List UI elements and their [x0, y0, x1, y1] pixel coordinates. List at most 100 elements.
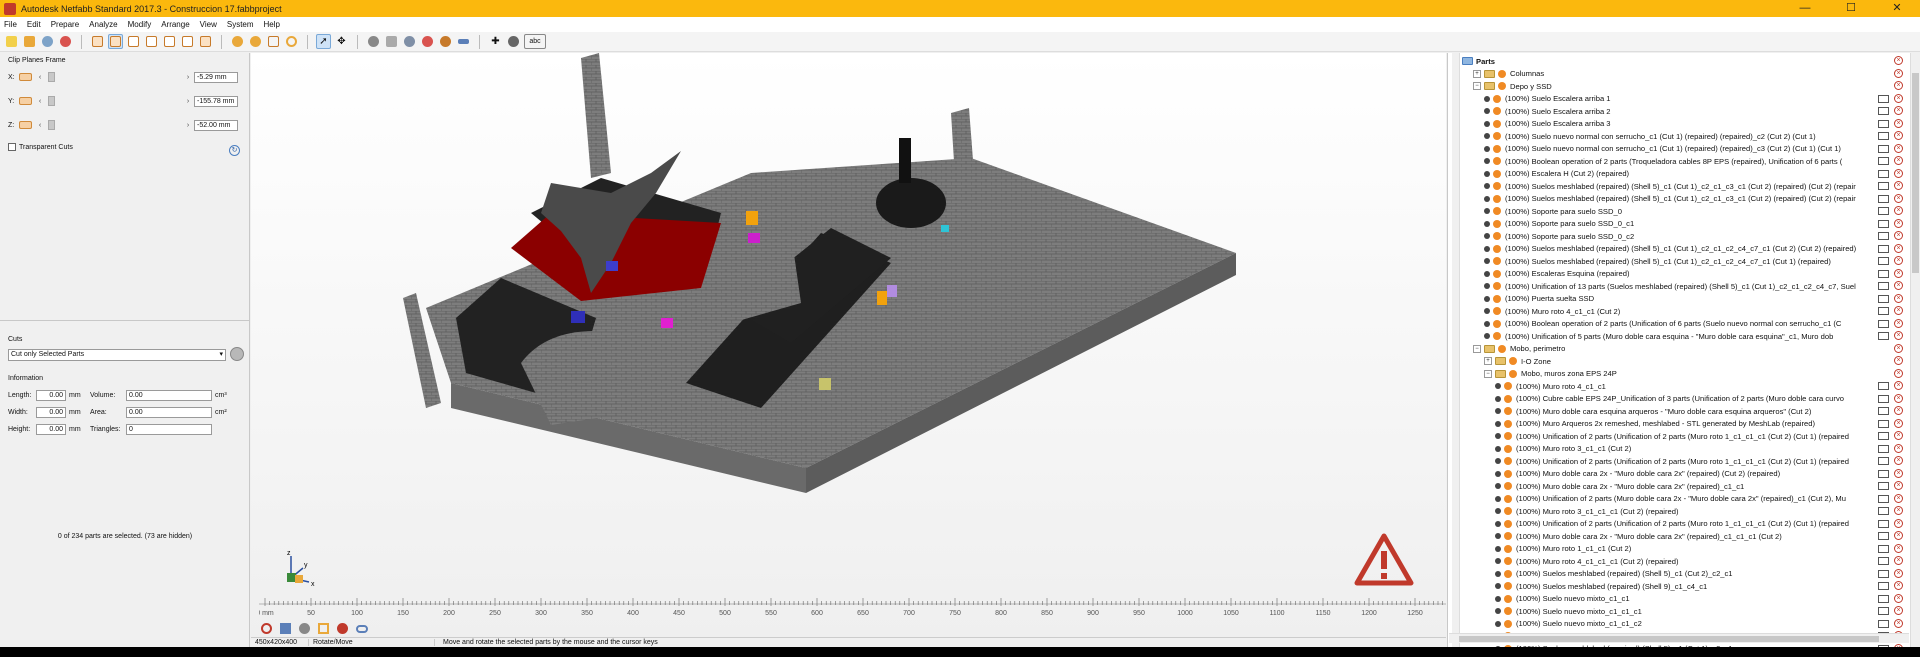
sphere-icon[interactable] [402, 34, 417, 49]
clip-z-toggle[interactable] [19, 121, 32, 129]
part-options-icon[interactable] [1878, 569, 1889, 578]
visibility-icon[interactable] [1504, 457, 1512, 466]
part-options-icon[interactable] [1878, 207, 1889, 215]
remove-part-icon[interactable]: × [1894, 243, 1903, 253]
part-options-icon[interactable] [1878, 144, 1889, 153]
part-options-icon[interactable] [1878, 157, 1889, 165]
scene-render[interactable] [251, 53, 1446, 598]
zoom-selection-icon[interactable] [248, 34, 263, 49]
visibility-icon[interactable] [1493, 194, 1501, 203]
warning-icon[interactable] [1354, 533, 1414, 587]
remove-part-icon[interactable]: × [1894, 468, 1903, 478]
remove-part-icon[interactable]: × [1894, 356, 1903, 365]
visibility-icon[interactable] [1493, 244, 1501, 253]
right-view-icon[interactable] [162, 34, 177, 49]
new-project-icon[interactable] [4, 34, 19, 49]
zoom-all-icon[interactable] [230, 34, 245, 49]
tree-part-row[interactable]: (100%) Suelos meshlabed (repaired) (Shel… [1462, 568, 1907, 581]
visibility-icon[interactable] [1493, 319, 1501, 328]
add-icon[interactable]: ✚ [488, 34, 503, 49]
visibility-icon[interactable] [1504, 607, 1512, 616]
shading-icon[interactable] [366, 34, 381, 49]
model-part-cyan[interactable] [941, 225, 949, 232]
part-options-icon[interactable] [1878, 557, 1889, 565]
tree-part-row[interactable]: (100%) Unification of 5 parts (Muro dobl… [1462, 330, 1907, 343]
tree-part-row[interactable]: (100%) Muro roto 3_c1_c1 (Cut 2) × [1462, 443, 1907, 456]
select-arrow-icon[interactable]: ➚ [316, 34, 331, 49]
menu-view[interactable]: View [200, 20, 217, 29]
tree-part-row[interactable]: (100%) Suelos meshlabed (repaired) (Shel… [1462, 243, 1907, 256]
tree-part-row[interactable]: (100%) Suelo nuevo mixto_c1_c1 × [1462, 593, 1907, 606]
visibility-icon[interactable] [1498, 82, 1506, 91]
menu-edit[interactable]: Edit [27, 20, 41, 29]
remove-part-icon[interactable]: × [1894, 606, 1903, 615]
visibility-icon[interactable] [1504, 582, 1512, 591]
tree-part-row[interactable]: (100%) Suelos meshlabed (repaired) (Shel… [1462, 193, 1907, 206]
menu-system[interactable]: System [227, 20, 254, 29]
measure-icon[interactable] [456, 34, 471, 49]
remove-part-icon[interactable]: × [1894, 393, 1903, 403]
label-icon[interactable]: abc [524, 34, 546, 49]
clip-z-decrease[interactable]: ‹ [36, 122, 44, 129]
part-options-icon[interactable] [1878, 119, 1889, 128]
part-options-icon[interactable] [1878, 244, 1889, 253]
clip-x-slider[interactable] [44, 71, 184, 83]
remove-part-icon[interactable]: × [1894, 331, 1903, 340]
texture-icon[interactable] [438, 34, 453, 49]
part-options-icon[interactable] [1878, 532, 1889, 540]
visibility-icon[interactable] [1493, 94, 1501, 103]
cut-apply-icon[interactable] [230, 347, 244, 361]
measure-tool-icon[interactable] [335, 622, 350, 636]
visibility-icon[interactable] [1493, 294, 1501, 303]
visibility-icon[interactable] [1493, 257, 1501, 266]
visibility-icon[interactable] [1504, 407, 1512, 416]
tree-part-row[interactable]: (100%) Suelo Escalera arriba 2 × [1462, 105, 1907, 118]
remove-part-icon[interactable]: × [1894, 193, 1903, 203]
part-options-icon[interactable] [1878, 269, 1889, 278]
part-options-icon[interactable] [1878, 482, 1889, 490]
wireframe-icon[interactable] [384, 34, 399, 49]
remove-part-icon[interactable]: × [1894, 568, 1903, 578]
tree-part-row[interactable]: (100%) Muro doble cara 2x - "Muro doble … [1462, 480, 1907, 493]
remove-part-icon[interactable]: × [1894, 318, 1903, 328]
tree-part-row[interactable]: (100%) Muro doble cara 2x - "Muro doble … [1462, 530, 1907, 543]
visibility-icon[interactable] [1493, 282, 1501, 291]
tree-part-row[interactable]: (100%) Muro doble cara 2x - "Muro doble … [1462, 468, 1907, 481]
remove-part-icon[interactable]: × [1894, 268, 1903, 278]
clip-z-slider-thumb[interactable] [48, 120, 55, 130]
visibility-icon[interactable] [1504, 619, 1512, 628]
tree-part-row[interactable]: (100%) Unification of 2 parts (Muro dobl… [1462, 493, 1907, 506]
model-part-orange[interactable] [746, 211, 758, 225]
visibility-icon[interactable] [1504, 494, 1512, 503]
visibility-icon[interactable] [1493, 232, 1501, 241]
remove-part-icon[interactable]: × [1894, 506, 1903, 515]
clip-x-toggle[interactable] [19, 73, 32, 81]
color-icon[interactable] [420, 34, 435, 49]
tree-part-row[interactable]: (100%) Suelo Escalera arriba 1 × [1462, 93, 1907, 106]
part-options-icon[interactable] [1878, 407, 1889, 415]
remove-part-icon[interactable]: × [1894, 143, 1903, 153]
visibility-icon[interactable] [1493, 269, 1501, 278]
maximize-button[interactable]: ☐ [1828, 0, 1874, 17]
tree-part-row[interactable]: (100%) Soporte para suelo SSD_0_c1 × [1462, 218, 1907, 231]
part-options-icon[interactable] [1878, 257, 1889, 265]
part-options-icon[interactable] [1878, 319, 1889, 328]
clip-x-increase[interactable]: › [184, 74, 192, 81]
tree-part-row[interactable]: (100%) Muro roto 4_c1_c1 (Cut 2) × [1462, 305, 1907, 318]
clip-z-increase[interactable]: › [184, 122, 192, 129]
part-options-icon[interactable] [1878, 94, 1889, 103]
transparent-cuts-option[interactable]: Transparent Cuts [8, 143, 73, 151]
part-options-icon[interactable] [1878, 307, 1889, 315]
clip-z-value[interactable]: -52.00 mm [194, 119, 238, 131]
zoom-glass-icon[interactable] [284, 34, 299, 49]
remove-part-icon[interactable]: × [1894, 518, 1903, 528]
parts-horizontal-scroll-thumb[interactable] [1459, 636, 1879, 642]
visibility-icon[interactable] [1504, 469, 1512, 478]
remove-part-icon[interactable]: × [1894, 93, 1903, 103]
clip-y-increase[interactable]: › [184, 98, 192, 105]
parts-vertical-scrollbar[interactable] [1910, 53, 1920, 647]
part-options-icon[interactable] [1878, 607, 1889, 615]
menu-file[interactable]: File [4, 20, 17, 29]
part-options-icon[interactable] [1878, 132, 1889, 140]
part-options-icon[interactable] [1878, 382, 1889, 390]
